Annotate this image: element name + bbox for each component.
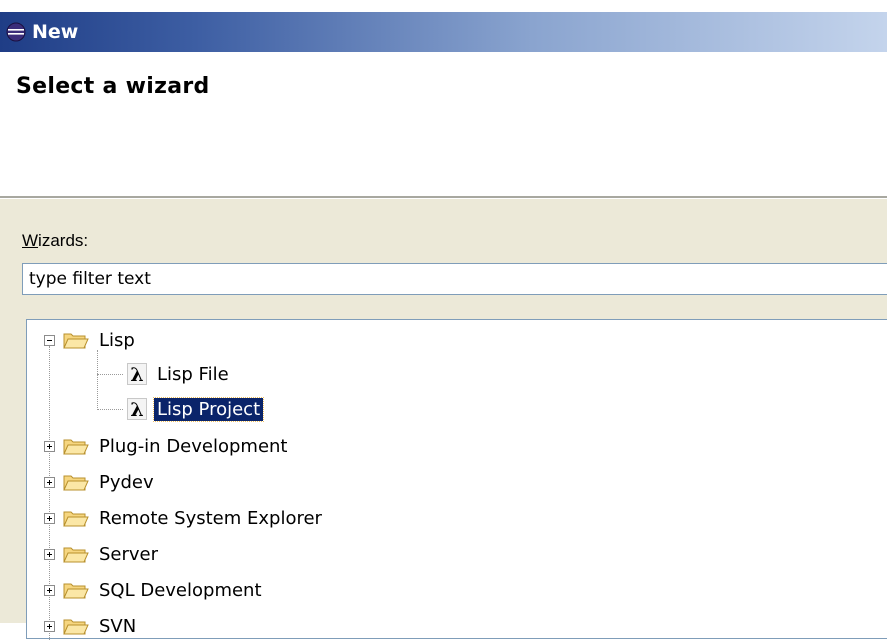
- wizards-label-text: izards:: [38, 231, 89, 250]
- expand-icon[interactable]: [44, 548, 55, 560]
- lambda-icon: λ: [127, 398, 147, 421]
- folder-icon: [63, 472, 89, 492]
- collapse-icon[interactable]: [44, 334, 55, 346]
- eclipse-icon: [6, 21, 28, 43]
- tree-node-label: SQL Development: [99, 579, 262, 601]
- tree-node-label: Plug-in Development: [99, 435, 288, 457]
- tree-node-lisp[interactable]: Lisp: [44, 324, 138, 356]
- folder-icon: [63, 508, 89, 528]
- tree-node-lisp-project[interactable]: λ Lisp Project: [127, 393, 265, 425]
- window-title: New: [32, 21, 79, 43]
- tree-node-plugin-development[interactable]: Plug-in Development: [44, 430, 291, 462]
- wizard-body: Wizards: type filter text Lisp λ Lisp Fi…: [0, 199, 887, 640]
- wizards-label: Wizards:: [22, 231, 89, 250]
- tree-node-remote-system-explorer[interactable]: Remote System Explorer: [44, 502, 325, 534]
- expand-icon[interactable]: [44, 584, 55, 596]
- tree-node-pydev[interactable]: Pydev: [44, 466, 157, 498]
- tree-node-label: Lisp Project: [152, 396, 265, 422]
- folder-open-icon: [63, 330, 89, 350]
- tree-node-server[interactable]: Server: [44, 538, 161, 570]
- expand-icon[interactable]: [44, 440, 55, 452]
- tree-node-label: Lisp: [99, 329, 135, 351]
- title-bar[interactable]: New: [0, 12, 887, 52]
- wizard-tree[interactable]: Lisp λ Lisp File λ Lisp Project Plug-in …: [26, 319, 887, 642]
- page-title: Select a wizard: [16, 74, 210, 99]
- folder-icon: [63, 580, 89, 600]
- folder-icon: [63, 436, 89, 456]
- folder-icon: [63, 544, 89, 564]
- tree-node-label: Server: [99, 543, 159, 565]
- tree-node-sql-development[interactable]: SQL Development: [44, 574, 265, 606]
- expand-icon[interactable]: [44, 476, 55, 488]
- filter-input[interactable]: type filter text: [22, 263, 887, 295]
- tree-node-label: Pydev: [99, 471, 154, 493]
- tree-node-label: Lisp File: [157, 363, 229, 385]
- tree-node-lisp-file[interactable]: λ Lisp File: [127, 358, 232, 390]
- lambda-icon: λ: [127, 363, 147, 386]
- expand-icon[interactable]: [44, 512, 55, 524]
- tree-node-label: SVN: [99, 615, 137, 637]
- tree-node-svn[interactable]: SVN: [44, 610, 139, 642]
- expand-icon[interactable]: [44, 620, 55, 632]
- folder-icon: [63, 616, 89, 636]
- tree-node-label: Remote System Explorer: [99, 507, 322, 529]
- wizard-header: Select a wizard: [0, 52, 887, 198]
